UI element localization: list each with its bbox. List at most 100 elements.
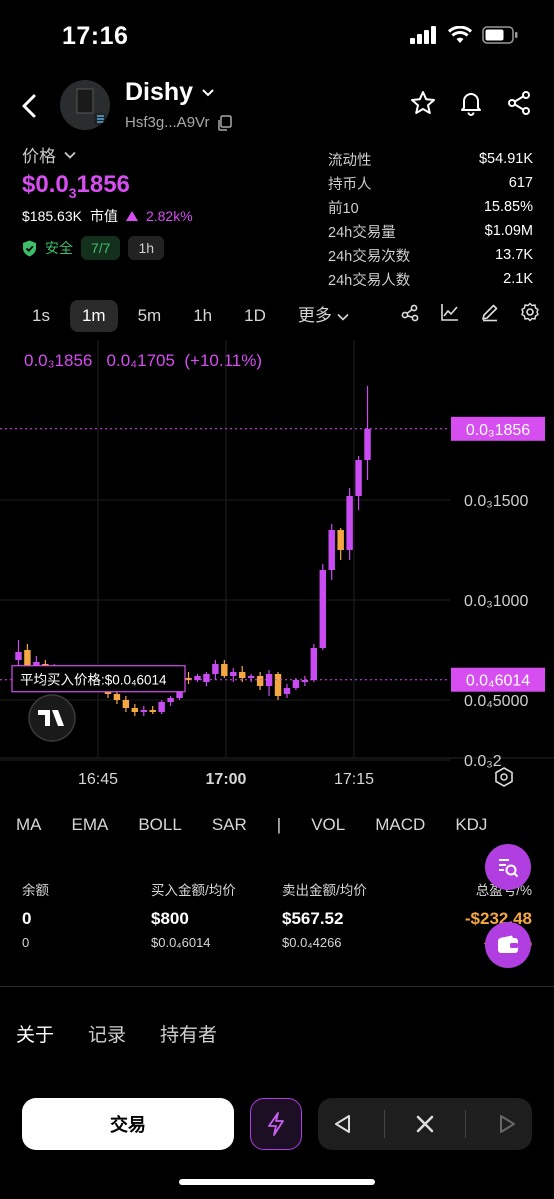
- stat-row: 24h交易量 $1.09M: [328, 219, 533, 243]
- pen-icon[interactable]: [480, 302, 500, 322]
- safety-score[interactable]: 7/7: [81, 236, 121, 260]
- candle-body: [310, 648, 318, 680]
- interval-5m[interactable]: 5m: [126, 300, 174, 332]
- indicator-sar[interactable]: SAR: [212, 815, 247, 835]
- stat-row: 24h交易人数 2.1K: [328, 267, 533, 291]
- tradingview-logo: [28, 694, 76, 742]
- token-address-row[interactable]: Hsf3g...A9Vr: [125, 114, 233, 131]
- lightning-icon: [268, 1112, 284, 1136]
- safety-row: 安全 7/7 1h: [22, 236, 165, 260]
- candle-body: [122, 700, 130, 708]
- buy-avg: $0.0₄6014: [151, 935, 211, 950]
- y-tick-label: 0.0₃2: [464, 753, 502, 770]
- candle-body: [239, 672, 246, 678]
- interval-1m[interactable]: 1m: [69, 300, 118, 332]
- interval-more[interactable]: 更多: [286, 300, 361, 332]
- indicator-macd[interactable]: MACD: [375, 815, 425, 835]
- indicator-boll[interactable]: BOLL: [138, 815, 181, 835]
- line-chart-icon[interactable]: [440, 302, 460, 322]
- chevron-down-icon: [202, 88, 214, 96]
- candle-body: [292, 680, 300, 688]
- copy-icon[interactable]: [217, 114, 233, 131]
- candle-body: [140, 710, 147, 712]
- indicator-bar: MA EMA BOLL SAR | VOL MACD KDJ: [16, 815, 517, 835]
- balance-label: 余额: [22, 883, 49, 898]
- candle-body: [158, 702, 165, 712]
- avg-buy-tag-label: 0.0₄6014: [466, 673, 530, 690]
- x-tick-label: 17:00: [206, 771, 247, 788]
- triangle-right-icon[interactable]: [497, 1114, 517, 1134]
- triangle-left-icon[interactable]: [333, 1114, 353, 1134]
- token-address: Hsf3g...A9Vr: [125, 114, 210, 131]
- star-icon[interactable]: [410, 90, 436, 116]
- shield-check-icon: [23, 240, 36, 256]
- chevron-down-icon: [64, 151, 76, 159]
- indicator-ema[interactable]: EMA: [72, 815, 109, 835]
- tab-item[interactable]: 关于: [16, 1020, 54, 1047]
- divider: [0, 986, 554, 987]
- safety-period[interactable]: 1h: [128, 236, 165, 260]
- balance-value: 0: [22, 909, 32, 928]
- safety-label: 安全: [45, 240, 73, 256]
- y-tick-label: 0.0₃1500: [464, 493, 528, 510]
- triangle-up-icon: [125, 211, 138, 221]
- nodes-icon[interactable]: [400, 302, 420, 322]
- current-price-label: 0.0₃1856: [466, 422, 530, 439]
- stat-row: 流动性 $54.91K: [328, 147, 533, 171]
- stat-label: 持币人: [328, 176, 372, 193]
- tab-item[interactable]: 持有者: [160, 1020, 217, 1047]
- token-name-row[interactable]: Dishy: [125, 78, 215, 107]
- close-icon[interactable]: [415, 1114, 435, 1134]
- nav-separator: [465, 1110, 467, 1138]
- sell-value: $567.52: [282, 909, 344, 928]
- sell-column: 卖出金额/均价 $567.52 $0.0₄4266: [282, 879, 367, 950]
- indicator-kdj[interactable]: KDJ: [455, 815, 487, 835]
- search-list-icon: [499, 859, 519, 878]
- buy-label: 买入金额/均价: [151, 883, 236, 898]
- status-time: 17:16: [62, 22, 129, 50]
- header-actions: [410, 90, 532, 116]
- back-icon[interactable]: [18, 93, 40, 119]
- tab-item[interactable]: 记录: [88, 1020, 126, 1047]
- interval-1h[interactable]: 1h: [181, 300, 224, 332]
- bottom-tabs: 关于 记录 持有者: [16, 1020, 251, 1047]
- gear-icon[interactable]: [520, 302, 540, 322]
- search-list-button[interactable]: [485, 844, 531, 890]
- current-price: $0.031856: [22, 171, 130, 201]
- candle-body: [203, 674, 210, 682]
- stat-label: 前10: [328, 200, 359, 217]
- trade-button[interactable]: 交易: [22, 1098, 234, 1150]
- interval-1s[interactable]: 1s: [20, 300, 62, 332]
- candle-body: [328, 530, 335, 570]
- price-zero-count: 3: [68, 184, 77, 201]
- candle-body: [221, 664, 228, 676]
- indicator-vol[interactable]: VOL: [311, 815, 345, 835]
- candle-body: [346, 496, 353, 550]
- quick-trade-button[interactable]: [250, 1098, 302, 1150]
- price-change: 2.82k%: [145, 208, 193, 224]
- candle-body: [283, 688, 291, 694]
- wallet-button[interactable]: [485, 922, 531, 968]
- candle-body: [113, 694, 121, 700]
- price-selector[interactable]: 价格: [22, 142, 76, 167]
- candle-body: [301, 680, 309, 682]
- y-tick-label: 0.0₄5000: [464, 693, 528, 710]
- stat-label: 24h交易次数: [328, 248, 411, 265]
- more-label: 更多: [297, 306, 332, 325]
- battery-icon: [482, 26, 518, 44]
- balance-sub: 0: [22, 935, 30, 950]
- candle-body: [131, 708, 139, 712]
- interval-1D[interactable]: 1D: [232, 300, 278, 332]
- candlestick-chart[interactable]: 0.0₃2 0.0₃1500 0.0₃1000 0.0₄5000 16:45 17:00 1…: [0, 340, 554, 800]
- price-label: 价格: [22, 147, 56, 166]
- stat-value: 13.7K: [495, 247, 533, 263]
- sell-label: 卖出金额/均价: [282, 883, 367, 898]
- token-name: Dishy: [125, 78, 194, 106]
- share-icon[interactable]: [506, 90, 532, 116]
- candle-body: [274, 674, 282, 696]
- market-cap-value: $185.63K: [22, 208, 82, 224]
- bell-icon[interactable]: [458, 90, 484, 116]
- avg-buy-line-label: 平均买入价格:$0.0₄6014: [20, 673, 167, 688]
- indicator-ma[interactable]: MA: [16, 815, 42, 835]
- wallet-icon: [498, 935, 518, 953]
